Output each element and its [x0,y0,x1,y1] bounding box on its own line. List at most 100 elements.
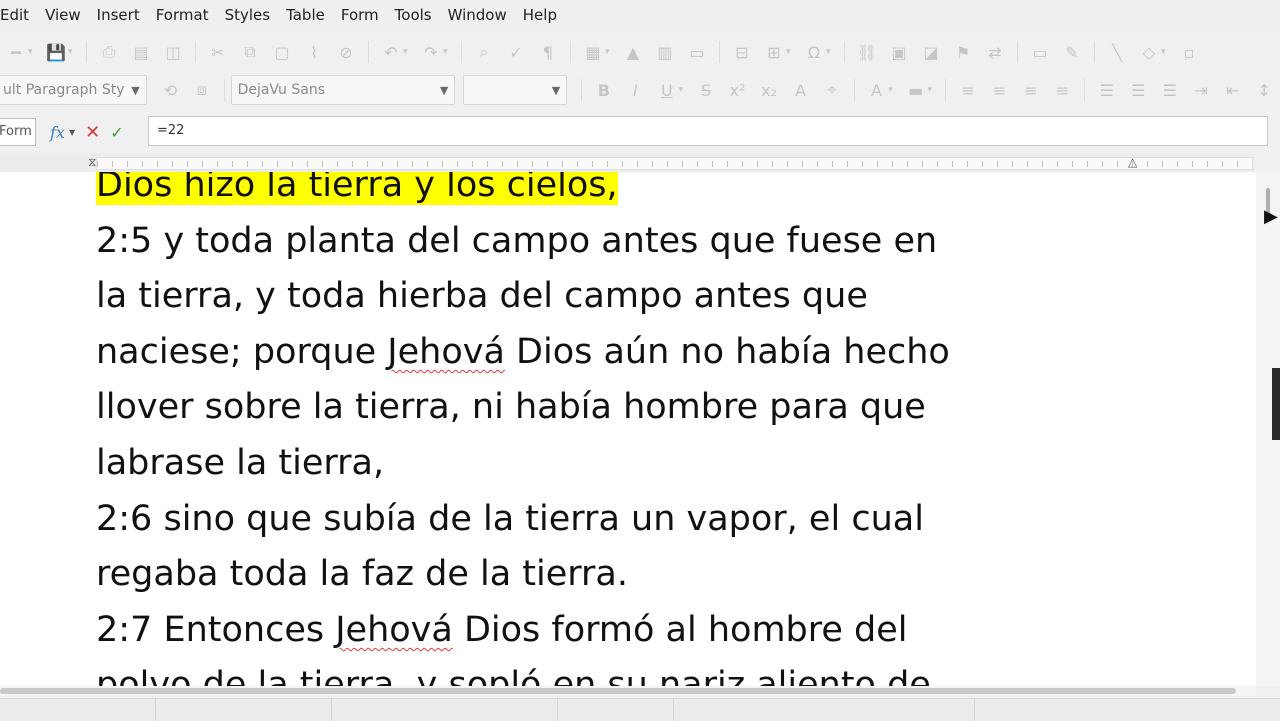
bookmark-icon[interactable]: ⚑ [952,41,974,63]
scrollbar-handle[interactable] [1272,368,1280,440]
insert-chart-icon[interactable]: ▥ [654,41,676,63]
chevron-down-icon[interactable]: ▾ [443,47,451,57]
menu-tools[interactable]: Tools [387,0,440,30]
cut-icon[interactable]: ✂ [207,41,229,63]
left-indent-marker-icon[interactable]: ⧖ [88,155,96,170]
shadow-icon[interactable]: A [790,79,811,101]
superscript-icon[interactable]: x² [727,79,748,101]
endnote-icon[interactable]: ◪ [920,41,942,63]
chevron-down-icon[interactable]: ▾ [403,47,411,57]
highlighting-color-icon[interactable]: ▬ [905,79,926,101]
menu-edit[interactable]: Edit [0,0,37,30]
redo-icon[interactable]: ↷ [420,41,442,63]
chevron-down-icon[interactable]: ▾ [1161,47,1169,57]
menu-insert[interactable]: Insert [89,0,148,30]
find-replace-icon[interactable]: ⌕ [473,41,495,63]
numbered-list-icon[interactable]: ☰ [1128,79,1149,101]
chevron-down-icon[interactable]: ▼ [131,84,139,97]
menu-help[interactable]: Help [515,0,565,30]
justify-icon[interactable]: ≡ [1052,79,1073,101]
save-icon[interactable]: 💾 [45,41,67,63]
paste-icon[interactable]: ▢ [271,41,293,63]
track-changes-icon[interactable]: ✎ [1061,41,1083,63]
text-line[interactable]: 2:5 y toda planta del campo antes que fu… [96,214,1156,270]
text-line[interactable]: naciese; porque Jehová Dios aún no había… [96,325,1156,381]
align-right-icon[interactable]: ≡ [1020,79,1041,101]
misspelled-word[interactable]: Jehová [387,332,505,372]
text-line[interactable]: la tierra, y toda hierba del campo antes… [96,269,1156,325]
formula-input[interactable]: =22 [148,116,1268,146]
function-icon[interactable]: fx [50,123,65,142]
copy-icon[interactable]: ⧉ [239,41,261,63]
insert-image-icon[interactable]: ▲ [622,41,644,63]
chevron-down-icon[interactable]: ▾ [605,47,613,57]
document-text[interactable]: Dios hizo la tierra y los cielos, 2:5 y … [96,172,1156,686]
underline-icon[interactable]: U [656,79,677,101]
update-style-icon[interactable]: ⟲ [160,79,181,101]
name-box[interactable]: Form [0,118,36,146]
new-style-icon[interactable]: ⧈ [191,79,212,101]
right-indent-marker-icon[interactable]: △ [1128,155,1137,169]
outdent-icon[interactable]: ⇤ [1222,79,1243,101]
hyperlink-icon[interactable]: ⛓ [856,41,878,63]
comment-icon[interactable]: ▭ [1029,41,1051,63]
chevron-down-icon[interactable]: ▾ [786,47,794,57]
clear-formatting-icon[interactable]: ⊘ [335,41,357,63]
basic-shapes-icon[interactable]: ◇ [1138,41,1160,63]
insert-table-icon[interactable]: ▦ [582,41,604,63]
menu-window[interactable]: Window [440,0,515,30]
font-color-icon[interactable]: A [866,79,887,101]
menu-table[interactable]: Table [278,0,333,30]
bold-icon[interactable]: B [593,79,614,101]
chevron-down-icon[interactable]: ▾ [927,85,935,95]
chevron-down-icon[interactable]: ▾ [68,47,76,57]
line-icon[interactable]: ╲ [1106,41,1128,63]
align-left-icon[interactable]: ≡ [957,79,978,101]
font-size-combo[interactable]: ▼ [463,75,568,105]
more-shapes-icon[interactable]: ▫ [1178,41,1200,63]
outline-list-icon[interactable]: ☰ [1159,79,1180,101]
bullet-list-icon[interactable]: ☰ [1096,79,1117,101]
chevron-down-icon[interactable]: ▾ [28,47,36,57]
scrollbar-thumb[interactable] [0,688,1236,694]
horizontal-ruler[interactable]: ⧖ △ [0,154,1254,173]
chevron-down-icon[interactable]: ▾ [679,85,687,95]
chevron-down-icon[interactable]: ▾ [826,47,834,57]
insert-field-icon[interactable]: ⊞ [763,41,785,63]
text-line[interactable]: Dios hizo la tierra y los cielos, [96,172,1156,214]
print-icon[interactable]: ▤ [130,41,152,63]
print-preview-icon[interactable]: ◫ [162,41,184,63]
export-icon[interactable]: ⎙ [98,41,120,63]
insert-textbox-icon[interactable]: ▭ [686,41,708,63]
chevron-down-icon[interactable]: ▼ [552,84,560,97]
indent-icon[interactable]: ⇥ [1190,79,1211,101]
cross-reference-icon[interactable]: ⇄ [984,41,1006,63]
chevron-down-icon[interactable]: ▼ [440,84,448,97]
footnote-icon[interactable]: ▣ [888,41,910,63]
line-spacing-icon[interactable]: ↕ [1253,79,1274,101]
subscript-icon[interactable]: x₂ [758,79,779,101]
document-area[interactable]: Dios hizo la tierra y los cielos, 2:5 y … [0,172,1256,686]
text-line[interactable]: polvo de la tierra, y sopló en su nariz … [96,658,1156,686]
vertical-scrollbar[interactable] [1256,172,1280,686]
page-break-icon[interactable]: ⊟ [731,41,753,63]
paragraph-style-combo[interactable]: ult Paragraph Sty ▼ [0,75,147,105]
menu-view[interactable]: View [37,0,89,30]
horizontal-scrollbar[interactable] [0,686,1256,696]
highlighted-text[interactable]: Dios hizo la tierra y los cielos, [96,172,618,205]
special-character-icon[interactable]: Ω [803,41,825,63]
italic-icon[interactable]: I [625,79,646,101]
menu-form[interactable]: Form [333,0,387,30]
menu-format[interactable]: Format [148,0,217,30]
font-name-combo[interactable]: DejaVu Sans ▼ [230,75,456,105]
text-line[interactable]: 2:6 sino que subía de la tierra un vapor… [96,492,1156,548]
formatting-marks-icon[interactable]: ¶ [537,41,559,63]
spelling-icon[interactable]: ✓ [505,41,527,63]
align-center-icon[interactable]: ≡ [989,79,1010,101]
text-line[interactable]: labrase la tierra, [96,436,1156,492]
character-highlight-icon[interactable]: ⌖ [821,79,842,101]
minus-icon[interactable]: ━ [5,41,27,63]
text-line[interactable]: 2:7 Entonces Jehová Dios formó al hombre… [96,603,1156,659]
chevron-down-icon[interactable]: ▾ [888,85,896,95]
chevron-down-icon[interactable]: ▼ [69,128,75,137]
